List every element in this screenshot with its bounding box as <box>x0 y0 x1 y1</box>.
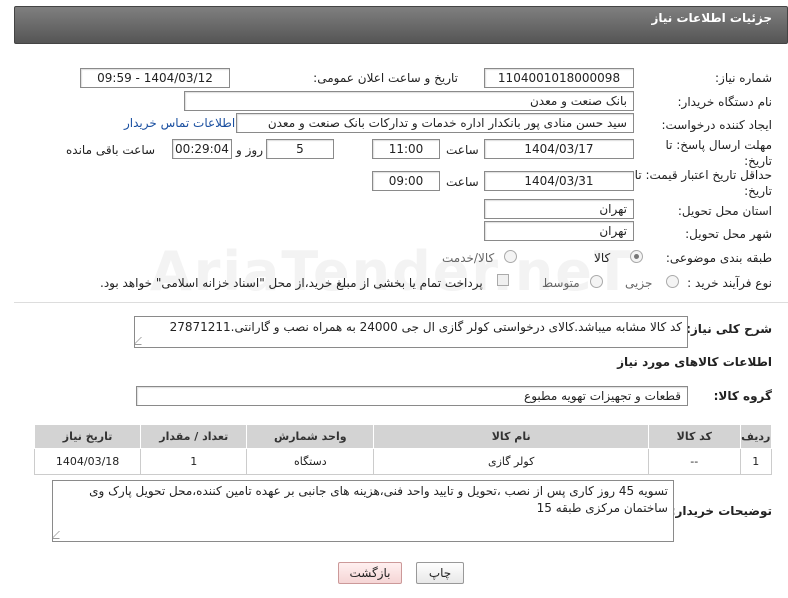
col-name-header: نام کالا <box>373 424 649 449</box>
cell-name: کولر گازی <box>373 448 649 475</box>
price-valid-label: حداقل تاریخ اعتبار قیمت: تا تاریخ: <box>634 168 772 198</box>
deadline-date-field: 1404/03/17 <box>484 139 634 159</box>
remaining-time-field: 00:29:04 <box>172 139 232 159</box>
price-valid-time-label: ساعت <box>446 175 479 189</box>
page-title: جزئیات اطلاعات نیاز <box>651 11 772 25</box>
buyer-notes-label: توضیحات خریدار: <box>670 504 772 518</box>
watermark-logo: AriaTender.neT <box>150 240 633 303</box>
contact-buyer-link[interactable]: اطلاعات تماس خریدار <box>124 116 235 130</box>
buyer-org-label: نام دستگاه خریدار: <box>677 95 773 109</box>
province-label: استان محل تحویل: <box>677 204 772 218</box>
process-partial-radio[interactable] <box>666 275 679 288</box>
need-number-field: 1104001018000098 <box>484 68 634 88</box>
col-date-header: تاریخ نیاز <box>33 424 142 449</box>
goods-table: ردیف کد کالا نام کالا واحد شمارش تعداد /… <box>33 424 773 475</box>
cell-code: -- <box>648 448 741 475</box>
process-partial-label: جزیی <box>625 276 653 290</box>
col-code-header: کد کالا <box>648 424 741 449</box>
print-button[interactable]: چاپ <box>416 562 464 584</box>
category-goods-radio[interactable] <box>630 250 643 263</box>
resize-handle-icon <box>53 531 67 539</box>
process-medium-label: متوسط <box>542 276 580 290</box>
category-label: طبقه بندی موضوعی: <box>665 251 772 265</box>
announce-field: 1404/03/12 - 09:59 <box>80 68 230 88</box>
table-header-row: ردیف کد کالا نام کالا واحد شمارش تعداد /… <box>33 424 773 449</box>
creator-field: سید حسن منادی پور بانکدار اداره خدمات و … <box>236 113 634 133</box>
buyer-org-field: بانک صنعت و معدن <box>184 91 634 111</box>
cell-row: 1 <box>739 448 773 475</box>
price-valid-time-field: 09:00 <box>372 171 440 191</box>
category-goods-label: کالا <box>594 251 611 265</box>
city-field: تهران <box>484 221 634 241</box>
treasury-payment-note: پرداخت تمام یا بخشی از مبلغ خرید،از محل … <box>100 276 483 290</box>
announce-label: تاریخ و ساعت اعلان عمومی: <box>313 71 458 85</box>
cell-date: 1404/03/18 <box>33 448 142 475</box>
city-label: شهر محل تحویل: <box>685 227 772 241</box>
buyer-notes-textarea[interactable]: تسویه 45 روز کاری پس از نصب ،تحویل و تای… <box>52 480 674 542</box>
back-button[interactable]: بازگشت <box>338 562 402 584</box>
price-valid-date-field: 1404/03/31 <box>484 171 634 191</box>
goods-info-title: اطلاعات کالاهای مورد نیاز <box>617 355 772 369</box>
province-field: تهران <box>484 199 634 219</box>
treasury-payment-checkbox[interactable] <box>497 274 509 286</box>
deadline-label: مهلت ارسال پاسخ: تا تاریخ: <box>665 138 772 168</box>
divider <box>14 302 788 303</box>
description-label: شرح کلی نیاز: <box>686 322 772 336</box>
days-field: 5 <box>266 139 334 159</box>
deadline-time-field: 11:00 <box>372 139 440 159</box>
cell-unit: دستگاه <box>246 448 375 475</box>
cell-qty: 1 <box>140 448 248 475</box>
need-number-label: شماره نیاز: <box>715 71 772 85</box>
goods-group-label: گروه کالا: <box>713 389 772 403</box>
col-row-header: ردیف <box>739 424 773 449</box>
buyer-notes-text: تسویه 45 روز کاری پس از نصب ،تحویل و تای… <box>89 484 668 515</box>
deadline-time-label: ساعت <box>446 143 479 157</box>
col-unit-header: واحد شمارش <box>246 424 375 449</box>
days-label: روز و <box>236 143 263 157</box>
category-goods-service-radio[interactable] <box>504 250 517 263</box>
process-medium-radio[interactable] <box>590 275 603 288</box>
remaining-label: ساعت باقی مانده <box>66 143 156 157</box>
description-text: کد کالا مشابه میباشد.کالای درخواستی کولر… <box>169 320 682 334</box>
process-label: نوع فرآیند خرید : <box>687 276 772 290</box>
col-qty-header: تعداد / مقدار <box>140 424 248 449</box>
goods-group-field: قطعات و تجهیزات تهویه مطبوع <box>136 386 688 406</box>
creator-label: ایجاد کننده درخواست: <box>661 118 772 132</box>
table-row: 1 -- کولر گازی دستگاه 1 1404/03/18 <box>33 448 773 475</box>
resize-handle-icon <box>135 337 149 345</box>
category-goods-service-label: کالا/خدمت <box>442 251 495 265</box>
description-textarea[interactable]: کد کالا مشابه میباشد.کالای درخواستی کولر… <box>134 316 688 348</box>
